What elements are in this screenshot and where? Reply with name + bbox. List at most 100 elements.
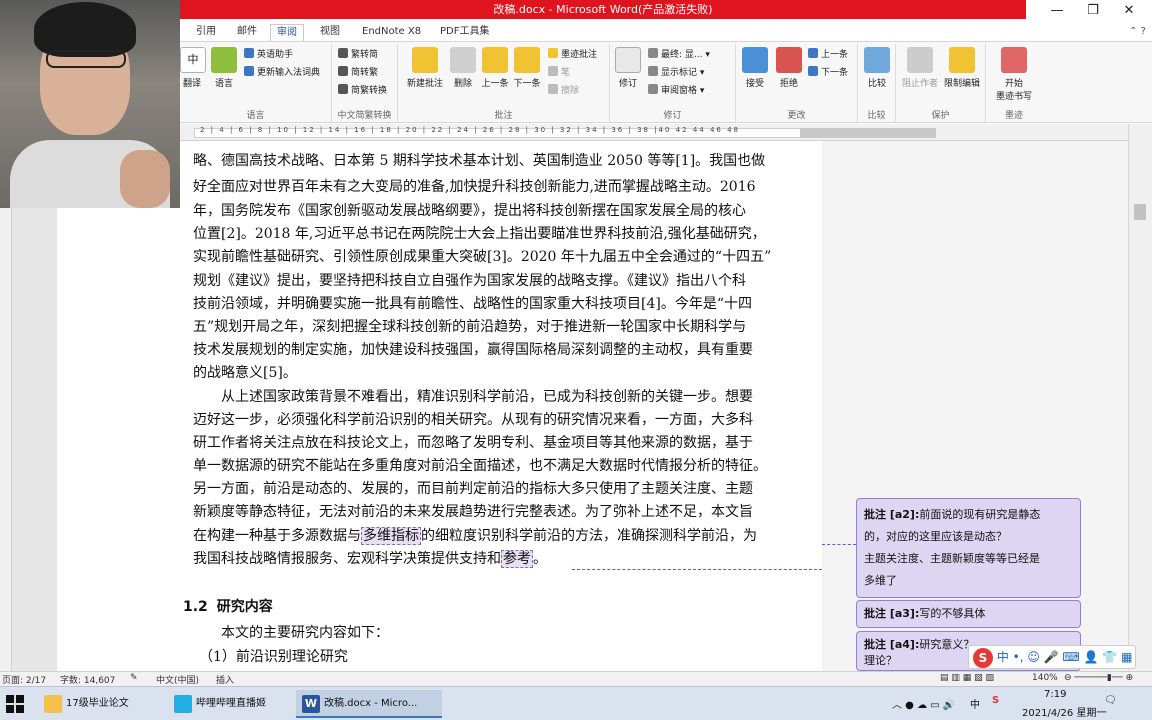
start-inking-button[interactable]: 开始 墨迹书写 — [990, 47, 1038, 102]
close-button[interactable]: ✕ — [1114, 0, 1144, 22]
comment-connector — [822, 544, 856, 545]
text-run: 的细粒度识别科学前沿的方法，准确探测科学前沿，为 — [421, 528, 757, 544]
commented-text-a3[interactable]: 参考 — [501, 550, 533, 568]
doc-line: 单一数据源的研究不能站在多重角度对前沿全面描述，也不满足大数据时代情报分析的特征… — [193, 458, 767, 474]
ribbon: 中 翻译 语言 英语助手 更新输入法词典 语言 繁转简 简转繁 简繁转换 中文简… — [180, 41, 1152, 123]
comment-a3[interactable]: 批注 [a3]:写的不够具体 — [856, 600, 1081, 628]
doc-line: 的战略意义[5]。 — [193, 365, 297, 381]
ime-toolbar[interactable]: S 中 •, ☺ 🎤 ⌨ 👤 👕 ▦ — [968, 645, 1136, 669]
translate-button[interactable]: 中 翻译 — [180, 47, 206, 89]
display-for-review-select[interactable]: 最终: 显... ▾ — [648, 48, 710, 61]
taskbar-item-folder[interactable]: 17级毕业论文 — [38, 690, 164, 718]
tab-view[interactable]: 视图 — [320, 24, 340, 41]
prev-change-icon — [808, 48, 818, 58]
group-chinese-convert: 繁转简 简转繁 简繁转换 中文简繁转换 — [332, 44, 398, 122]
window-title: 改稿.docx - Microsoft Word(产品激活失败) — [180, 0, 1026, 19]
to-traditional-label: 简转繁 — [351, 68, 379, 78]
prev-change-label: 上一条 — [821, 50, 849, 60]
compare-button[interactable]: 比较 — [862, 47, 892, 89]
group-label: 保护 — [931, 111, 950, 121]
heading-1-2: 1.2 研究内容 — [183, 596, 273, 618]
simplified-icon — [338, 48, 348, 58]
ink-comment-button[interactable]: 墨迹批注 — [548, 48, 597, 61]
to-simplified-button[interactable]: 繁转简 — [338, 48, 378, 61]
doc-line: 从上述国家政策背景不难看出，精准识别科学前沿，已成为科技创新的关键一步。想要 — [193, 389, 753, 405]
doc-line: 在构建一种基于多源数据与 多维指标 的细粒度识别科学前沿的方法，准确探测科学前沿，为 — [193, 525, 757, 547]
ribbon-collapse-icon[interactable]: ⌃ ? — [1129, 26, 1146, 37]
taskbar: 17级毕业论文 哔哩哔哩直播姬 W 改稿.docx - Micro... ︿ ●… — [0, 686, 1152, 720]
start-ink-label-2: 墨迹书写 — [995, 92, 1032, 102]
bilibili-icon — [174, 695, 192, 713]
view-buttons[interactable]: ▤ ▥ ▦ ▧ ▨ — [940, 673, 994, 683]
taskbar-item-bilibili[interactable]: 哔哩哔哩直播姬 — [168, 690, 292, 718]
tab-review[interactable]: 审阅 — [270, 24, 304, 41]
track-changes-button[interactable]: 修订 — [614, 47, 642, 89]
group-language: 中 翻译 语言 英语助手 更新输入法词典 语言 — [180, 44, 332, 122]
taskbar-item-word[interactable]: W 改稿.docx - Micro... — [296, 690, 442, 718]
tray-icons[interactable]: ︿ ● ☁ ▭ 🔊 — [892, 696, 955, 711]
heading-number: 1.2 — [183, 599, 208, 615]
tab-mailings[interactable]: 邮件 — [237, 24, 257, 41]
comment-text: 研究意义？ — [919, 638, 975, 651]
pen-button[interactable]: 笔 — [548, 66, 570, 79]
pen-label: 笔 — [561, 68, 571, 78]
group-label: 批注 — [494, 111, 513, 121]
to-traditional-button[interactable]: 简转繁 — [338, 66, 378, 79]
prev-comment-button[interactable]: 上一条 — [480, 47, 510, 89]
group-label: 更改 — [787, 111, 806, 121]
minimize-button[interactable]: — — [1042, 0, 1072, 22]
word-count[interactable]: 字数: 14,607 — [60, 673, 115, 686]
language-button[interactable]: 语言 — [208, 47, 240, 89]
reject-button[interactable]: 拒绝 — [774, 47, 804, 89]
reject-icon — [776, 47, 802, 73]
zoom-slider[interactable]: ⊖ ──────▮── ⊕ — [1064, 673, 1133, 683]
clock-date[interactable]: 2021/4/26 星期一 — [1022, 704, 1106, 719]
vertical-scrollbar[interactable] — [1128, 124, 1152, 671]
comment-text: 主题关注度、主题新颖度等等已经是 — [864, 552, 1040, 565]
tab-pdf-tools[interactable]: PDF工具集 — [440, 24, 489, 41]
group-label: 中文简繁转换 — [337, 111, 392, 121]
vertical-ruler[interactable] — [0, 141, 12, 671]
ime-indicator[interactable]: 中 — [970, 696, 980, 711]
doc-line: 五”规划开局之年，深刻把握全球科技创新的前沿趋势，对于推进新一轮国家中长期科学与 — [193, 319, 747, 335]
windows-start-icon[interactable] — [6, 695, 24, 713]
new-comment-button[interactable]: 新建批注 — [404, 47, 446, 89]
prev-comment-icon — [482, 47, 508, 73]
sogou-icon[interactable]: S — [973, 647, 993, 668]
clock-time[interactable]: 7:19 — [1044, 689, 1066, 700]
zoom-level[interactable]: 140% — [1032, 673, 1058, 683]
block-authors-label: 阻止作者 — [901, 79, 938, 89]
assistant-icon — [244, 48, 254, 58]
eraser-button[interactable]: 擦除 — [548, 84, 579, 97]
notification-icon[interactable]: 🗨 — [1104, 695, 1117, 706]
accept-button[interactable]: 接受 — [740, 47, 770, 89]
block-authors-button[interactable]: 阻止作者 — [900, 47, 940, 89]
proofing-icon[interactable]: ✎ — [130, 673, 138, 683]
commented-text-a2[interactable]: 多维指标 — [361, 527, 421, 545]
next-change-button[interactable]: 下一条 — [808, 66, 848, 79]
insert-mode[interactable]: 插入 — [216, 673, 234, 686]
convert-button[interactable]: 简繁转换 — [338, 84, 387, 97]
page-count[interactable]: 页面: 2/17 — [2, 673, 46, 686]
next-comment-button[interactable]: 下一条 — [512, 47, 542, 89]
restrict-editing-button[interactable]: 限制编辑 — [942, 47, 982, 89]
scrollbar-thumb[interactable] — [1134, 204, 1146, 220]
prev-comment-label: 上一条 — [481, 79, 509, 89]
prev-change-button[interactable]: 上一条 — [808, 48, 848, 61]
english-assistant-label: 英语助手 — [257, 50, 294, 60]
horizontal-ruler[interactable]: 2 | 4 | 6 | 8 | 10 | 12 | 14 | 16 | 18 |… — [180, 124, 1152, 141]
delete-comment-button[interactable]: 删除 — [450, 47, 476, 89]
english-assistant-button[interactable]: 英语助手 — [244, 48, 293, 61]
convert-label: 简繁转换 — [351, 86, 388, 96]
tab-references[interactable]: 引用 — [196, 24, 216, 41]
sogou-tray-icon[interactable]: S — [992, 695, 999, 706]
comment-a2[interactable]: 批注 [a2]:前面说的现有研究是静态 的，对应的这里应该是动态？ 主题关注度、… — [856, 498, 1081, 598]
text-run: 在构建一种基于多源数据与 — [193, 528, 361, 544]
tab-endnote[interactable]: EndNote X8 — [362, 24, 421, 41]
update-ime-button[interactable]: 更新输入法词典 — [244, 66, 320, 79]
restore-button[interactable]: ❐ — [1078, 0, 1108, 22]
start-ink-label: 开始 — [1004, 79, 1023, 89]
language-status[interactable]: 中文(中国) — [156, 673, 199, 686]
review-pane-button[interactable]: 审阅窗格 ▾ — [648, 84, 704, 97]
show-markup-button[interactable]: 显示标记 ▾ — [648, 66, 704, 79]
